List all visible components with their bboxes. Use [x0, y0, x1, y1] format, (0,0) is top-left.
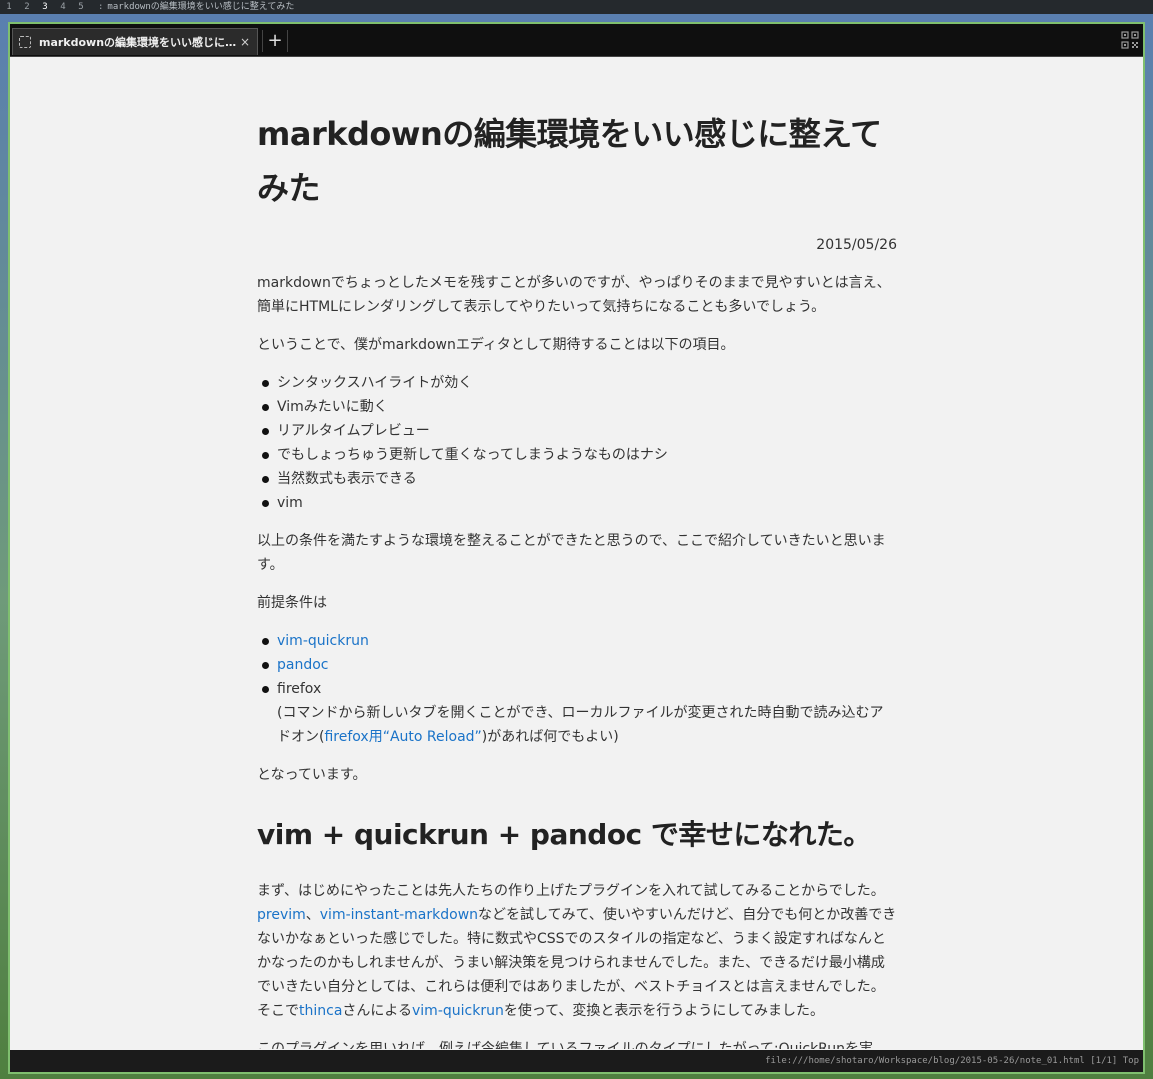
status-bar: file:///home/shotaro/Workspace/blog/2015…	[10, 1050, 1143, 1072]
link-auto-reload[interactable]: firefox用“Auto Reload”	[324, 729, 481, 745]
text-segment: まず、はじめにやったことは先人たちの作り上げたプラグインを入れて試してみることか…	[257, 883, 885, 899]
paragraph-intro: markdownでちょっとしたメモを残すことが多いのですが、やっぱりそのままで見…	[257, 275, 891, 315]
link-vim-instant-markdown[interactable]: vim-instant-markdown	[320, 907, 478, 923]
workspace-3[interactable]: 3	[36, 0, 54, 14]
prereq-firefox-note-end: )があれば何でもよい)	[481, 729, 619, 745]
wm-separator: :	[98, 2, 104, 12]
prereq-firefox: firefox	[277, 681, 322, 697]
status-url: file:///home/shotaro/Workspace/blog/2015…	[765, 1056, 1139, 1066]
text-segment: 、	[305, 907, 320, 923]
list-item: vim	[262, 491, 897, 515]
text-segment: を使って、変換と表示を行うようにしてみました。	[503, 1003, 825, 1019]
link-pandoc[interactable]: pandoc	[277, 657, 329, 673]
paragraph-conclusion: となっています。	[257, 767, 367, 783]
prerequisites-list: vim-quickrun pandoc firefox (コマンドから新しいタブ…	[257, 629, 897, 749]
paragraph-expectations-lead: ということで、僕がmarkdownエディタとして期待することは以下の項目。	[257, 337, 735, 353]
qr-code-icon[interactable]	[1121, 31, 1139, 49]
workspace-4[interactable]: 4	[54, 0, 72, 14]
link-thinca[interactable]: thinca	[299, 1003, 342, 1019]
paragraph-conditions: 以上の条件を満たすような環境を整えることができたと思うので、ここで紹介していきた…	[257, 533, 886, 573]
workspace-1[interactable]: 1	[0, 0, 18, 14]
expectations-list: シンタックスハイライトが効く Vimみたいに動く リアルタイムプレビュー でもし…	[257, 371, 897, 515]
list-item: シンタックスハイライトが効く	[262, 371, 897, 395]
workspace-2[interactable]: 2	[18, 0, 36, 14]
browser-window: markdownの編集環境をいい感じに整… × + markdownの編集環境を…	[8, 22, 1145, 1074]
list-item: pandoc	[262, 653, 897, 677]
text-segment: さんによる	[342, 1003, 412, 1019]
wm-window-title: markdownの編集環境をいい感じに整えてみた	[107, 2, 295, 12]
close-icon[interactable]: ×	[237, 35, 253, 49]
list-item: 当然数式も表示できる	[262, 467, 897, 491]
tab-title: markdownの編集環境をいい感じに整…	[39, 36, 237, 49]
paragraph-quickrun: このプラグインを用いれば、例えば今編集しているファイルのタイプにしたがって:Qu…	[257, 1041, 874, 1049]
link-vim-quickrun-2[interactable]: vim-quickrun	[412, 1003, 504, 1019]
article-title: markdownの編集環境をいい感じに整えてみた	[257, 115, 882, 207]
workspace-5[interactable]: 5	[72, 0, 90, 14]
link-previm[interactable]: previm	[257, 907, 306, 923]
tab-bar: markdownの編集環境をいい感じに整… × +	[10, 24, 1143, 57]
link-vim-quickrun[interactable]: vim-quickrun	[277, 633, 369, 649]
new-tab-button[interactable]: +	[262, 30, 288, 52]
article-date: 2015/05/26	[816, 237, 897, 253]
list-item: Vimみたいに動く	[262, 395, 897, 419]
paragraph-plugins: まず、はじめにやったことは先人たちの作り上げたプラグインを入れて試してみることか…	[257, 879, 897, 1023]
list-item: リアルタイムプレビュー	[262, 419, 897, 443]
paragraph-prerequisites-lead: 前提条件は	[257, 595, 327, 611]
list-item: vim-quickrun	[262, 629, 897, 653]
window-manager-bar: 1 2 3 4 5 : markdownの編集環境をいい感じに整えてみた	[0, 0, 1153, 14]
tab-active[interactable]: markdownの編集環境をいい感じに整… ×	[12, 28, 258, 55]
page-icon	[19, 36, 31, 48]
page-content: markdownの編集環境をいい感じに整えてみた 2015/05/26 mark…	[10, 57, 1143, 1049]
list-item: でもしょっちゅう更新して重くなってしまうようなものはナシ	[262, 443, 897, 467]
article: markdownの編集環境をいい感じに整えてみた 2015/05/26 mark…	[257, 57, 897, 1049]
section-heading: vim + quickrun + pandoc で幸せになれた。	[257, 818, 871, 851]
list-item: firefox (コマンドから新しいタブを開くことができ、ローカルファイルが変更…	[262, 677, 897, 749]
